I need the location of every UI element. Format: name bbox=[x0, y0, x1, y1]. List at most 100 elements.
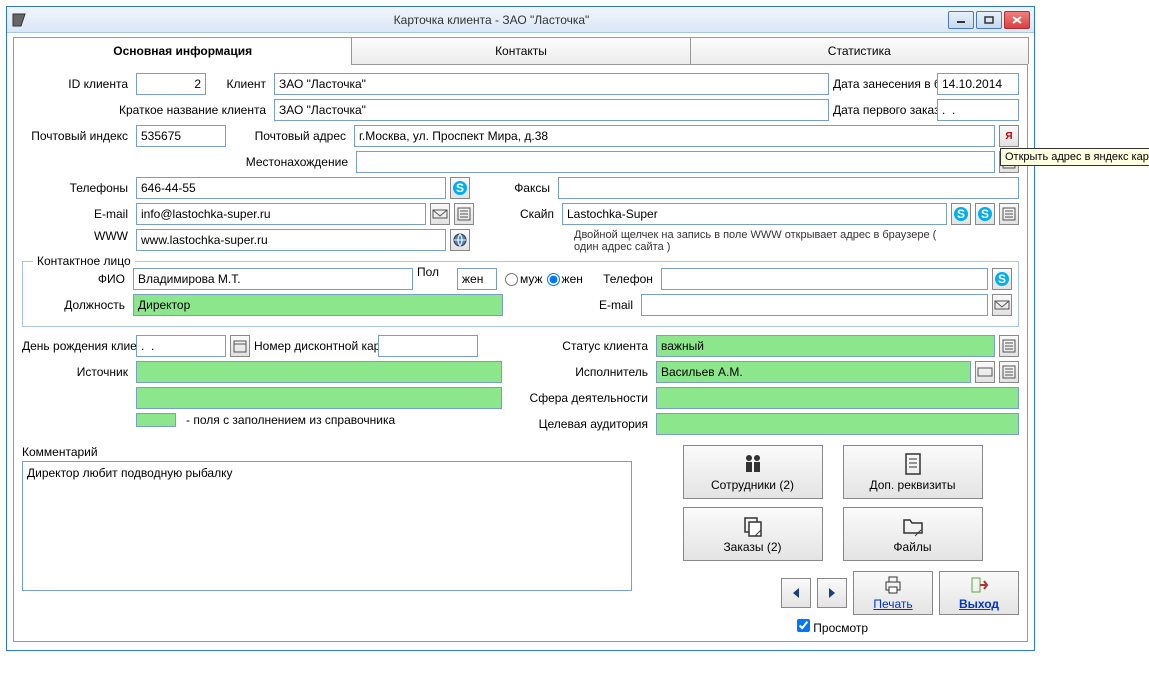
faxes-input[interactable] bbox=[558, 177, 1019, 199]
label-short-name: Краткое название клиента bbox=[22, 103, 270, 117]
label-fio: ФИО bbox=[29, 272, 129, 286]
comment-textarea[interactable] bbox=[22, 461, 632, 591]
status-input[interactable] bbox=[656, 335, 995, 357]
label-comment: Комментарий bbox=[22, 445, 632, 459]
contact-email-input[interactable] bbox=[641, 294, 988, 316]
skype-input[interactable] bbox=[562, 203, 947, 225]
employees-button[interactable]: Сотрудники (2) bbox=[683, 445, 823, 499]
skype-list-icon[interactable] bbox=[999, 203, 1019, 225]
contact-skype-icon[interactable]: S bbox=[992, 268, 1012, 290]
email-action-icon[interactable] bbox=[430, 203, 450, 225]
label-email: E-mail bbox=[22, 207, 132, 221]
label-faxes: Факсы bbox=[474, 181, 554, 195]
yandex-maps-button[interactable]: Я bbox=[999, 125, 1019, 147]
files-button[interactable]: Файлы bbox=[843, 507, 983, 561]
yandex-tooltip: Открыть адрес в яндекс картах bbox=[1000, 148, 1149, 166]
window-title: Карточка клиента - ЗАО "Ласточка" bbox=[35, 13, 948, 27]
email-list-icon[interactable] bbox=[454, 203, 474, 225]
client-card-window: Карточка клиента - ЗАО "Ласточка" Основн… bbox=[6, 6, 1035, 651]
legend-box bbox=[136, 413, 176, 427]
tab-contacts[interactable]: Контакты bbox=[351, 37, 690, 64]
www-hint: Двойной щелчек на запись в поле WWW откр… bbox=[574, 229, 954, 253]
date-added-input[interactable] bbox=[937, 73, 1019, 95]
label-status: Статус клиента bbox=[512, 339, 652, 353]
preview-checkbox[interactable] bbox=[797, 619, 810, 632]
orders-icon bbox=[741, 514, 765, 538]
discount-input[interactable] bbox=[378, 335, 478, 357]
tab-stats[interactable]: Статистика bbox=[690, 37, 1029, 64]
tab-panel-main: ID клиента Клиент Дата занесения в базу … bbox=[13, 65, 1028, 642]
label-postcode: Почтовый индекс bbox=[22, 129, 132, 143]
label-email2: E-mail bbox=[507, 298, 637, 312]
next-button[interactable] bbox=[817, 578, 847, 608]
skype-icon-2[interactable]: S bbox=[975, 203, 995, 225]
label-location: Местонахождение bbox=[22, 155, 352, 169]
executor-input[interactable] bbox=[656, 361, 971, 383]
fio-input[interactable] bbox=[133, 268, 413, 290]
sphere-input[interactable] bbox=[656, 387, 1019, 409]
www-input[interactable] bbox=[136, 229, 446, 251]
status-list-icon[interactable] bbox=[999, 335, 1019, 357]
label-executor: Исполнитель bbox=[512, 365, 652, 379]
label-discount: Номер дисконтной карты bbox=[254, 340, 374, 352]
orders-button[interactable]: Заказы (2) bbox=[683, 507, 823, 561]
skype-call-icon[interactable]: S bbox=[450, 177, 470, 199]
label-phone2: Телефон bbox=[587, 272, 657, 286]
exit-icon bbox=[969, 575, 989, 595]
print-button[interactable]: Печать bbox=[853, 571, 933, 615]
id-input[interactable] bbox=[136, 73, 206, 95]
maximize-button[interactable] bbox=[976, 11, 1002, 29]
position-input[interactable] bbox=[133, 294, 503, 316]
radio-male-label[interactable]: муж bbox=[505, 272, 543, 286]
first-order-input[interactable] bbox=[937, 99, 1019, 121]
people-icon bbox=[741, 452, 765, 476]
executor-list-icon[interactable] bbox=[999, 361, 1019, 383]
short-name-input[interactable] bbox=[274, 99, 829, 121]
contact-email-icon[interactable] bbox=[992, 294, 1012, 316]
tab-bar: Основная информация Контакты Статистика bbox=[13, 37, 1028, 65]
contact-group-title: Контактное лицо bbox=[33, 254, 135, 268]
exit-button[interactable]: Выход bbox=[939, 571, 1019, 615]
post-addr-input[interactable] bbox=[354, 125, 995, 147]
radio-male[interactable] bbox=[505, 273, 518, 286]
postcode-input[interactable] bbox=[136, 125, 226, 147]
source2-input[interactable] bbox=[136, 387, 502, 409]
svg-text:S: S bbox=[981, 207, 989, 221]
label-source: Источник bbox=[22, 365, 132, 379]
tab-main[interactable]: Основная информация bbox=[13, 37, 352, 64]
document-icon bbox=[901, 452, 925, 476]
audience-input[interactable] bbox=[656, 413, 1019, 435]
titlebar: Карточка клиента - ЗАО "Ласточка" bbox=[7, 7, 1034, 33]
birthday-input[interactable] bbox=[136, 335, 226, 357]
gender-display[interactable] bbox=[457, 268, 497, 290]
radio-female[interactable] bbox=[547, 273, 560, 286]
source-input[interactable] bbox=[136, 361, 502, 383]
radio-female-label[interactable]: жен bbox=[547, 272, 583, 286]
minimize-button[interactable] bbox=[948, 11, 974, 29]
label-first-order: Дата первого заказа bbox=[833, 104, 933, 116]
label-gender: Пол bbox=[417, 265, 453, 279]
prev-button[interactable] bbox=[781, 578, 811, 608]
preview-checkbox-label[interactable]: Просмотр bbox=[797, 621, 868, 635]
legend-text: - поля с заполнением из справочника bbox=[186, 413, 395, 427]
phones-input[interactable] bbox=[136, 177, 446, 199]
browser-icon[interactable] bbox=[450, 229, 470, 251]
label-www: WWW bbox=[22, 229, 132, 243]
close-button[interactable] bbox=[1004, 11, 1030, 29]
email-input[interactable] bbox=[136, 203, 426, 225]
executor-pick-icon[interactable] bbox=[975, 361, 995, 383]
skype-icon-1[interactable]: S bbox=[951, 203, 971, 225]
calendar-icon[interactable] bbox=[230, 335, 250, 357]
svg-text:S: S bbox=[998, 272, 1006, 286]
folder-icon bbox=[901, 514, 925, 538]
contact-phone-input[interactable] bbox=[661, 268, 988, 290]
client-input[interactable] bbox=[274, 73, 829, 95]
requisites-button[interactable]: Доп. реквизиты bbox=[843, 445, 983, 499]
svg-text:S: S bbox=[957, 207, 965, 221]
label-position: Должность bbox=[29, 298, 129, 312]
location-input[interactable] bbox=[356, 151, 995, 173]
label-post-addr: Почтовый адрес bbox=[230, 129, 350, 143]
label-skype: Скайп bbox=[478, 207, 558, 221]
label-phones: Телефоны bbox=[22, 181, 132, 195]
app-icon bbox=[11, 12, 27, 28]
